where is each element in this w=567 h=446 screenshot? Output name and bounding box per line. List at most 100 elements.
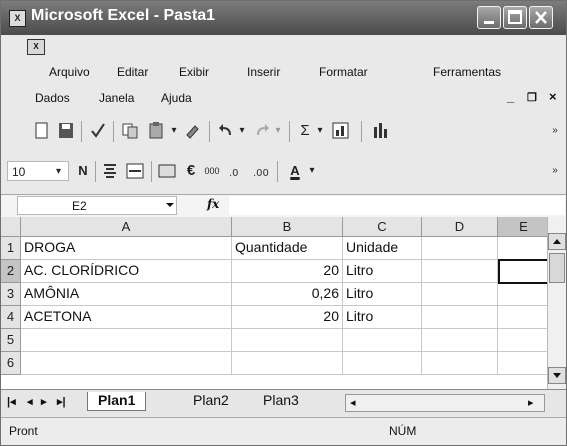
menu-ajuda[interactable]: Ajuda: [161, 91, 192, 105]
close-button[interactable]: [529, 6, 553, 29]
doc-restore-button[interactable]: ❐: [527, 91, 537, 104]
select-all-corner[interactable]: [1, 217, 21, 237]
scroll-thumb[interactable]: [549, 253, 565, 283]
align-center-icon[interactable]: [101, 161, 119, 181]
column-header[interactable]: D: [422, 217, 498, 237]
cell-C5[interactable]: [343, 329, 422, 352]
font-color-dropdown[interactable]: ▾: [307, 161, 317, 181]
excel-icon[interactable]: X: [9, 10, 26, 27]
cell-A5[interactable]: [21, 329, 232, 352]
row-header[interactable]: 4: [1, 306, 21, 329]
menu-ferramentas[interactable]: Ferramentas: [433, 65, 501, 79]
chart-wizard-icon[interactable]: [331, 121, 351, 141]
row-header[interactable]: 2: [1, 260, 21, 283]
cell-D3[interactable]: [422, 283, 498, 306]
cell-C3[interactable]: Litro: [343, 283, 422, 306]
cell-D2[interactable]: [422, 260, 498, 283]
scroll-down-button[interactable]: [548, 367, 566, 384]
cell-D5[interactable]: [422, 329, 498, 352]
column-header[interactable]: E: [498, 217, 550, 237]
menu-arquivo[interactable]: Arquivo: [49, 65, 90, 79]
cell-C4[interactable]: Litro: [343, 306, 422, 329]
new-icon[interactable]: [33, 121, 51, 141]
cell-D1[interactable]: [422, 237, 498, 260]
font-color-button[interactable]: A: [285, 161, 305, 181]
cell-E4[interactable]: [498, 306, 550, 329]
doc-minimize-button[interactable]: _: [507, 89, 514, 104]
formula-input[interactable]: [229, 196, 565, 215]
format-painter-icon[interactable]: [183, 121, 203, 141]
cell-A2[interactable]: AC. CLORÍDRICO: [21, 260, 232, 283]
redo-dropdown[interactable]: ▾: [273, 121, 283, 141]
cell-B4[interactable]: 20: [232, 306, 343, 329]
cell-C2[interactable]: Litro: [343, 260, 422, 283]
euro-button[interactable]: €: [183, 161, 199, 181]
cell-D4[interactable]: [422, 306, 498, 329]
merge-center-icon[interactable]: [125, 161, 145, 181]
arrow-right-icon[interactable]: ▸: [528, 396, 534, 409]
column-header[interactable]: A: [21, 217, 232, 237]
menu-janela[interactable]: Janela: [99, 91, 134, 105]
cell-A1[interactable]: DROGA: [21, 237, 232, 260]
cell-B2[interactable]: 20: [232, 260, 343, 283]
menu-formatar[interactable]: Formatar: [319, 65, 368, 79]
cell-E5[interactable]: [498, 329, 550, 352]
cell-A6[interactable]: [21, 352, 232, 375]
menu-dados[interactable]: Dados: [35, 91, 70, 105]
menu-inserir[interactable]: Inserir: [247, 65, 280, 79]
undo-dropdown[interactable]: ▾: [237, 121, 247, 141]
scroll-up-button[interactable]: [548, 233, 566, 250]
font-size-select[interactable]: 10 ▾: [7, 161, 69, 181]
cell-A4[interactable]: ACETONA: [21, 306, 232, 329]
cell-C6[interactable]: [343, 352, 422, 375]
tab-plan3[interactable]: Plan3: [263, 392, 299, 408]
cell-E1[interactable]: [498, 237, 550, 260]
paste-icon[interactable]: [147, 121, 167, 141]
undo-icon[interactable]: [217, 121, 235, 141]
bold-button[interactable]: N: [75, 161, 91, 181]
cell-B5[interactable]: [232, 329, 343, 352]
workbook-icon[interactable]: X: [27, 39, 45, 55]
row-header[interactable]: 5: [1, 329, 21, 352]
maximize-button[interactable]: [503, 6, 527, 29]
increase-decimal-icon[interactable]: .0: [227, 161, 249, 181]
cell-B6[interactable]: [232, 352, 343, 375]
prev-sheet-icon[interactable]: ◂: [27, 395, 33, 408]
autosum-dropdown[interactable]: ▾: [315, 121, 325, 141]
cell-D6[interactable]: [422, 352, 498, 375]
next-sheet-icon[interactable]: ▸: [41, 395, 47, 408]
cell-E3[interactable]: [498, 283, 550, 306]
row-header[interactable]: 6: [1, 352, 21, 375]
cell-B3[interactable]: 0,26: [232, 283, 343, 306]
cell-A3[interactable]: AMÔNIA: [21, 283, 232, 306]
chart-icon[interactable]: [371, 121, 391, 141]
arrow-left-icon[interactable]: ◂: [350, 396, 356, 409]
doc-close-button[interactable]: ×: [549, 89, 557, 104]
currency-style-icon[interactable]: [157, 161, 177, 181]
spelling-icon[interactable]: [89, 121, 107, 141]
horizontal-scrollbar[interactable]: ◂ ▸: [345, 394, 545, 412]
copy-icon[interactable]: [121, 121, 141, 141]
name-box[interactable]: E2: [17, 196, 177, 215]
menu-editar[interactable]: Editar: [117, 65, 148, 79]
cell-B1[interactable]: Quantidade: [232, 237, 343, 260]
tab-plan2[interactable]: Plan2: [193, 392, 229, 408]
autosum-button[interactable]: Σ: [297, 121, 313, 141]
column-header[interactable]: C: [343, 217, 422, 237]
row-header[interactable]: 3: [1, 283, 21, 306]
minimize-button[interactable]: [477, 6, 501, 29]
first-sheet-icon[interactable]: |◂: [7, 395, 16, 408]
redo-icon[interactable]: [253, 121, 271, 141]
last-sheet-icon[interactable]: ▸|: [57, 395, 66, 408]
thousands-button[interactable]: 000: [201, 161, 223, 181]
save-icon[interactable]: [57, 121, 75, 141]
cell-C1[interactable]: Unidade: [343, 237, 422, 260]
decrease-decimal-icon[interactable]: .00: [251, 161, 273, 181]
more-icon[interactable]: »: [549, 121, 561, 141]
fx-icon[interactable]: fx: [207, 197, 219, 211]
vertical-scrollbar[interactable]: [547, 217, 566, 389]
paste-dropdown[interactable]: ▾: [169, 121, 179, 141]
more-icon[interactable]: »: [549, 161, 561, 181]
cell-E6[interactable]: [498, 352, 550, 375]
row-header[interactable]: 1: [1, 237, 21, 260]
